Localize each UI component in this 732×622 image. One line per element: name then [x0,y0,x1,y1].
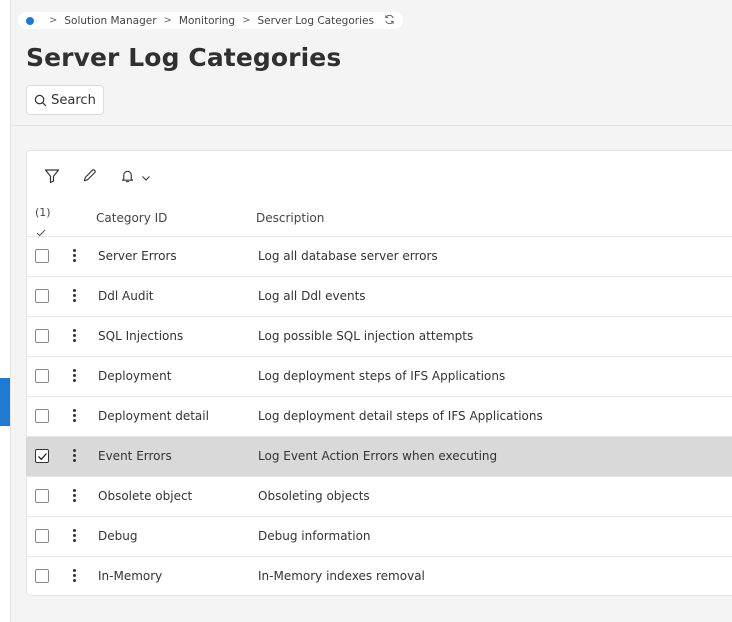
breadcrumb-item-monitoring[interactable]: Monitoring [179,15,235,27]
cell-category-id: Server Errors [98,249,177,263]
page-title: Server Log Categories [26,43,342,72]
home-dot-icon[interactable] [26,16,34,25]
row-menu-icon[interactable] [72,569,76,585]
cell-description: Log deployment steps of IFS Applications [258,369,506,383]
row-menu-icon[interactable] [72,329,76,345]
edit-icon [83,169,96,182]
selected-count: (1) [35,206,51,219]
column-header-category-id[interactable]: Category ID [96,211,167,225]
column-header-description[interactable]: Description [256,211,324,225]
table-row[interactable]: Ddl Audit Log all Ddl events [26,276,732,316]
breadcrumb-separator: > [49,15,58,26]
row-menu-icon[interactable] [72,449,76,465]
cell-description: In-Memory indexes removal [258,569,425,583]
row-checkbox[interactable] [35,289,49,303]
row-menu-icon[interactable] [72,249,76,265]
cell-category-id: In-Memory [98,569,163,583]
bell-icon [121,170,134,183]
cell-description: Log possible SQL injection attempts [258,329,474,343]
row-checkbox[interactable] [35,409,49,423]
cell-description: Log deployment detail steps of IFS Appli… [258,409,543,423]
row-checkbox[interactable] [35,249,49,263]
cell-description: Debug information [258,529,371,543]
row-checkbox[interactable] [35,369,49,383]
divider [10,125,732,126]
row-checkbox[interactable] [35,569,49,583]
table-row[interactable]: Obsolete object Obsoleting objects [26,476,732,516]
row-checkbox[interactable] [35,489,49,503]
search-button-label: Search [51,92,96,108]
filter-icon [44,169,60,184]
row-checkbox[interactable] [35,449,49,463]
cell-category-id: Ddl Audit [98,289,154,303]
cell-category-id: Deployment detail [98,409,209,423]
breadcrumb-separator: > [163,15,172,26]
table-row[interactable]: Deployment Log deployment steps of IFS Ap… [26,356,732,396]
cell-description: Log all Ddl events [258,289,366,303]
breadcrumb-item-solution-manager[interactable]: Solution Manager [64,15,156,27]
table-row[interactable]: Deployment detail Log deployment detail s… [26,396,732,436]
breadcrumb-separator: > [242,15,251,26]
cell-category-id: SQL Injections [98,329,184,343]
chevron-down-icon [142,176,150,181]
row-checkbox[interactable] [35,529,49,543]
filter-button[interactable] [44,168,60,184]
cell-category-id: Obsolete object [98,489,193,503]
table-row[interactable]: In-Memory In-Memory indexes removal [26,556,732,596]
table-row[interactable]: SQL Injections Log possible SQL injection… [26,316,732,356]
cell-description: Obsoleting objects [258,489,370,503]
table-row[interactable]: Event Errors Log Event Action Errors when… [26,436,732,476]
row-menu-icon[interactable] [72,409,76,425]
cell-category-id: Deployment [98,369,172,383]
breadcrumb-item-current: Server Log Categories [257,14,374,27]
left-nav-active-indicator[interactable] [0,378,10,426]
row-checkbox[interactable] [35,329,49,343]
search-icon [34,94,47,106]
left-nav-strip [0,0,11,622]
cell-description: Log all database server errors [258,249,438,263]
row-menu-icon[interactable] [72,369,76,385]
row-menu-icon[interactable] [72,289,76,305]
notifications-menu-button[interactable] [120,168,151,184]
row-menu-icon[interactable] [72,529,76,545]
cell-category-id: Debug [98,529,138,543]
breadcrumb: > Solution Manager > Monitoring > Server… [18,12,403,29]
search-button[interactable]: Search [26,85,104,115]
refresh-icon[interactable] [384,14,395,28]
checkmark-icon [38,453,47,461]
cell-description: Log Event Action Errors when executing [258,449,498,463]
edit-button[interactable] [82,168,97,183]
row-menu-icon[interactable] [72,489,76,505]
cell-category-id: Event Errors [98,449,172,463]
table-row[interactable]: Server Errors Log all database server err… [26,236,732,276]
table-row[interactable]: Debug Debug information [26,516,732,556]
